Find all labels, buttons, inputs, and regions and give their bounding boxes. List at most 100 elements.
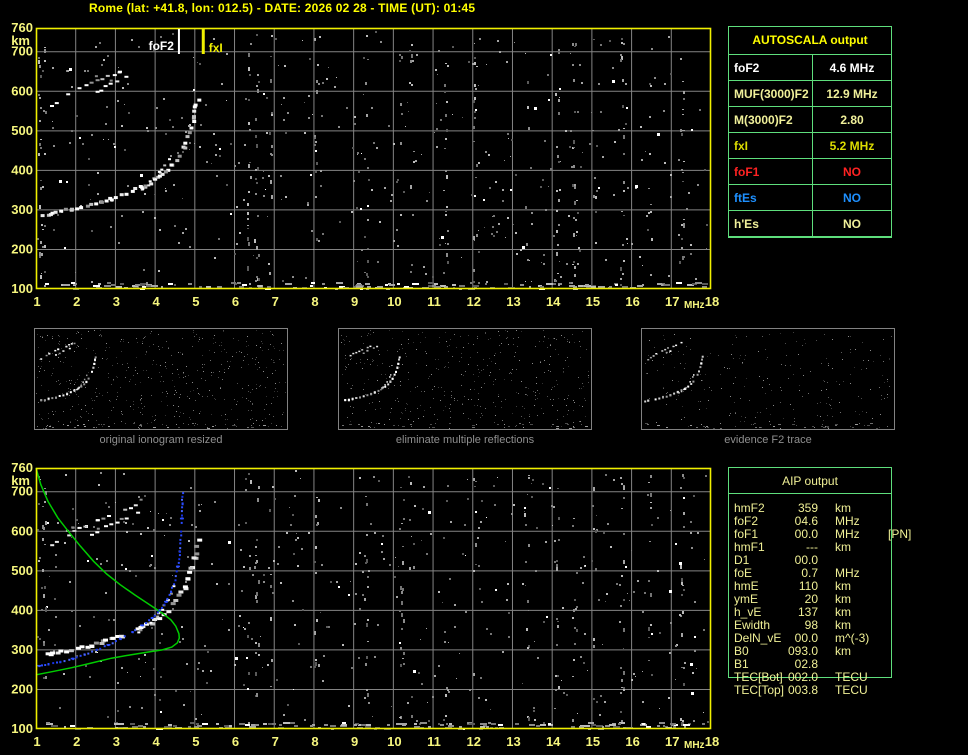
thumbnail-evidence-f2-trace — [641, 328, 895, 430]
svg-text:2: 2 — [73, 734, 80, 749]
svg-text:4: 4 — [153, 734, 161, 749]
svg-text:9: 9 — [351, 734, 358, 749]
param-label: M(3000)F2 — [729, 107, 813, 132]
thumbnail-caption-3: evidence F2 trace — [724, 434, 812, 446]
thumbnail-original-ionogram — [34, 328, 288, 430]
param-label: ftEs — [729, 185, 813, 210]
autoscala-window: { "title": "Rome (lat: +41.8, lon: 012.5… — [0, 0, 968, 755]
param-value: 2.80 — [840, 112, 864, 127]
table-row: foF1 NO — [729, 159, 891, 185]
svg-text:18: 18 — [705, 734, 719, 749]
table-row: MUF(3000)F2 12.9 MHz — [729, 81, 891, 107]
svg-text:3: 3 — [113, 734, 120, 749]
param-value: 4.6 MHz — [829, 60, 875, 75]
svg-text:1: 1 — [33, 294, 40, 309]
table-row: B0 093.0 km — [734, 645, 964, 658]
table-row: fxI 5.2 MHz — [729, 133, 891, 159]
svg-text:8: 8 — [311, 294, 318, 309]
electron-density-profile — [35, 467, 181, 676]
svg-text:100: 100 — [11, 281, 33, 296]
param-unit: TECU — [835, 683, 868, 697]
thumbnail-caption-1: original ionogram resized — [99, 434, 223, 446]
svg-text:9: 9 — [351, 294, 358, 309]
svg-text:100: 100 — [11, 721, 33, 736]
svg-text:11: 11 — [427, 294, 441, 309]
svg-text:18: 18 — [705, 294, 719, 309]
svg-text:4: 4 — [153, 294, 161, 309]
svg-text:7: 7 — [272, 734, 279, 749]
aip-output-table: AIP output hmF2 359 km foF2 04.6 MHz foF1 00.0 M… — [728, 467, 911, 697]
top-ionogram-plot: 760km7006005004003002001001 2 3 4 5 6 7 8 9 10 11 1… — [11, 20, 719, 311]
svg-text:8: 8 — [311, 734, 318, 749]
param-value: NO — [843, 216, 861, 231]
autoscala-table-header: AUTOSCALA output — [729, 27, 891, 55]
svg-text:MHz: MHz — [684, 740, 705, 751]
svg-text:2: 2 — [73, 294, 80, 309]
svg-text:3: 3 — [113, 294, 120, 309]
table-row: foF2 4.6 MHz — [729, 55, 891, 81]
svg-text:500: 500 — [11, 123, 33, 138]
svg-text:600: 600 — [11, 523, 33, 538]
svg-text:300: 300 — [11, 642, 33, 657]
svg-text:14: 14 — [546, 734, 561, 749]
svg-text:MHz: MHz — [684, 300, 705, 311]
param-label: TEC[Top] — [734, 683, 785, 697]
param-label: foF1 — [729, 159, 813, 184]
svg-text:7: 7 — [272, 294, 279, 309]
param-value: NO — [843, 190, 861, 205]
svg-text:200: 200 — [11, 681, 33, 696]
svg-text:500: 500 — [11, 563, 33, 578]
svg-text:6: 6 — [232, 734, 239, 749]
svg-text:5: 5 — [192, 734, 199, 749]
svg-text:6: 6 — [232, 294, 239, 309]
page-title: Rome (lat: +41.8, lon: 012.5) - DATE: 20… — [89, 1, 476, 15]
svg-text:600: 600 — [11, 83, 33, 98]
aip-table-rows: hmF2 359 km foF2 04.6 MHz foF1 00.0 MHz [PN] hmF1-… — [734, 502, 964, 697]
param-flag: [PN] — [888, 527, 912, 541]
table-row: h'Es NO — [729, 211, 891, 237]
table-row: M(3000)F2 2.80 — [729, 107, 891, 133]
table-row: hmF1 --- km — [734, 541, 964, 554]
param-label: foF2 — [729, 55, 813, 80]
svg-text:15: 15 — [586, 734, 600, 749]
param-value: NO — [843, 164, 861, 179]
param-label: MUF(3000)F2 — [729, 81, 813, 106]
svg-text:10: 10 — [387, 294, 401, 309]
bottom-ionogram-plot: 760km7006005004003002001001 2 3 4 5 6 7 8 9 10 11 1… — [11, 460, 719, 751]
foF2-marker-line — [177, 29, 180, 54]
table-row: TEC[Top] 003.8 TECU — [734, 684, 964, 697]
svg-text:200: 200 — [11, 241, 33, 256]
svg-text:13: 13 — [506, 734, 520, 749]
svg-text:16: 16 — [625, 294, 639, 309]
param-unit: km — [835, 644, 851, 658]
svg-text:12: 12 — [467, 294, 481, 309]
thumbnail-eliminate-reflections — [338, 328, 592, 430]
marker-lines: foF2 fxI — [149, 29, 223, 55]
param-unit: km — [835, 540, 851, 554]
svg-text:12: 12 — [467, 734, 481, 749]
svg-text:1: 1 — [33, 734, 40, 749]
svg-text:10: 10 — [387, 734, 401, 749]
svg-text:400: 400 — [11, 162, 33, 177]
fxI-marker-line — [201, 29, 205, 54]
param-value: 003.8 — [787, 683, 818, 697]
aip-table-header: AIP output — [729, 468, 891, 494]
table-row: ftEs NO — [729, 185, 891, 211]
svg-text:700: 700 — [11, 484, 33, 499]
param-label: h'Es — [729, 211, 813, 236]
param-value: 12.9 MHz — [826, 86, 878, 101]
autoscala-output-table: AUTOSCALA output foF2 4.6 MHz MUF(3000)F2 1… — [728, 26, 892, 238]
svg-text:16: 16 — [625, 734, 639, 749]
svg-text:15: 15 — [586, 294, 600, 309]
svg-text:5: 5 — [192, 294, 199, 309]
svg-text:700: 700 — [11, 44, 33, 59]
svg-text:14: 14 — [546, 294, 561, 309]
svg-text:400: 400 — [11, 602, 33, 617]
thumbnail-caption-2: eliminate multiple reflections — [395, 434, 535, 446]
svg-text:17: 17 — [665, 294, 679, 309]
fxI-marker-label: fxI — [209, 41, 223, 55]
svg-text:300: 300 — [11, 202, 33, 217]
param-value: 5.2 MHz — [829, 138, 875, 153]
foF2-marker-label: foF2 — [149, 39, 175, 53]
param-label: fxI — [729, 133, 813, 158]
